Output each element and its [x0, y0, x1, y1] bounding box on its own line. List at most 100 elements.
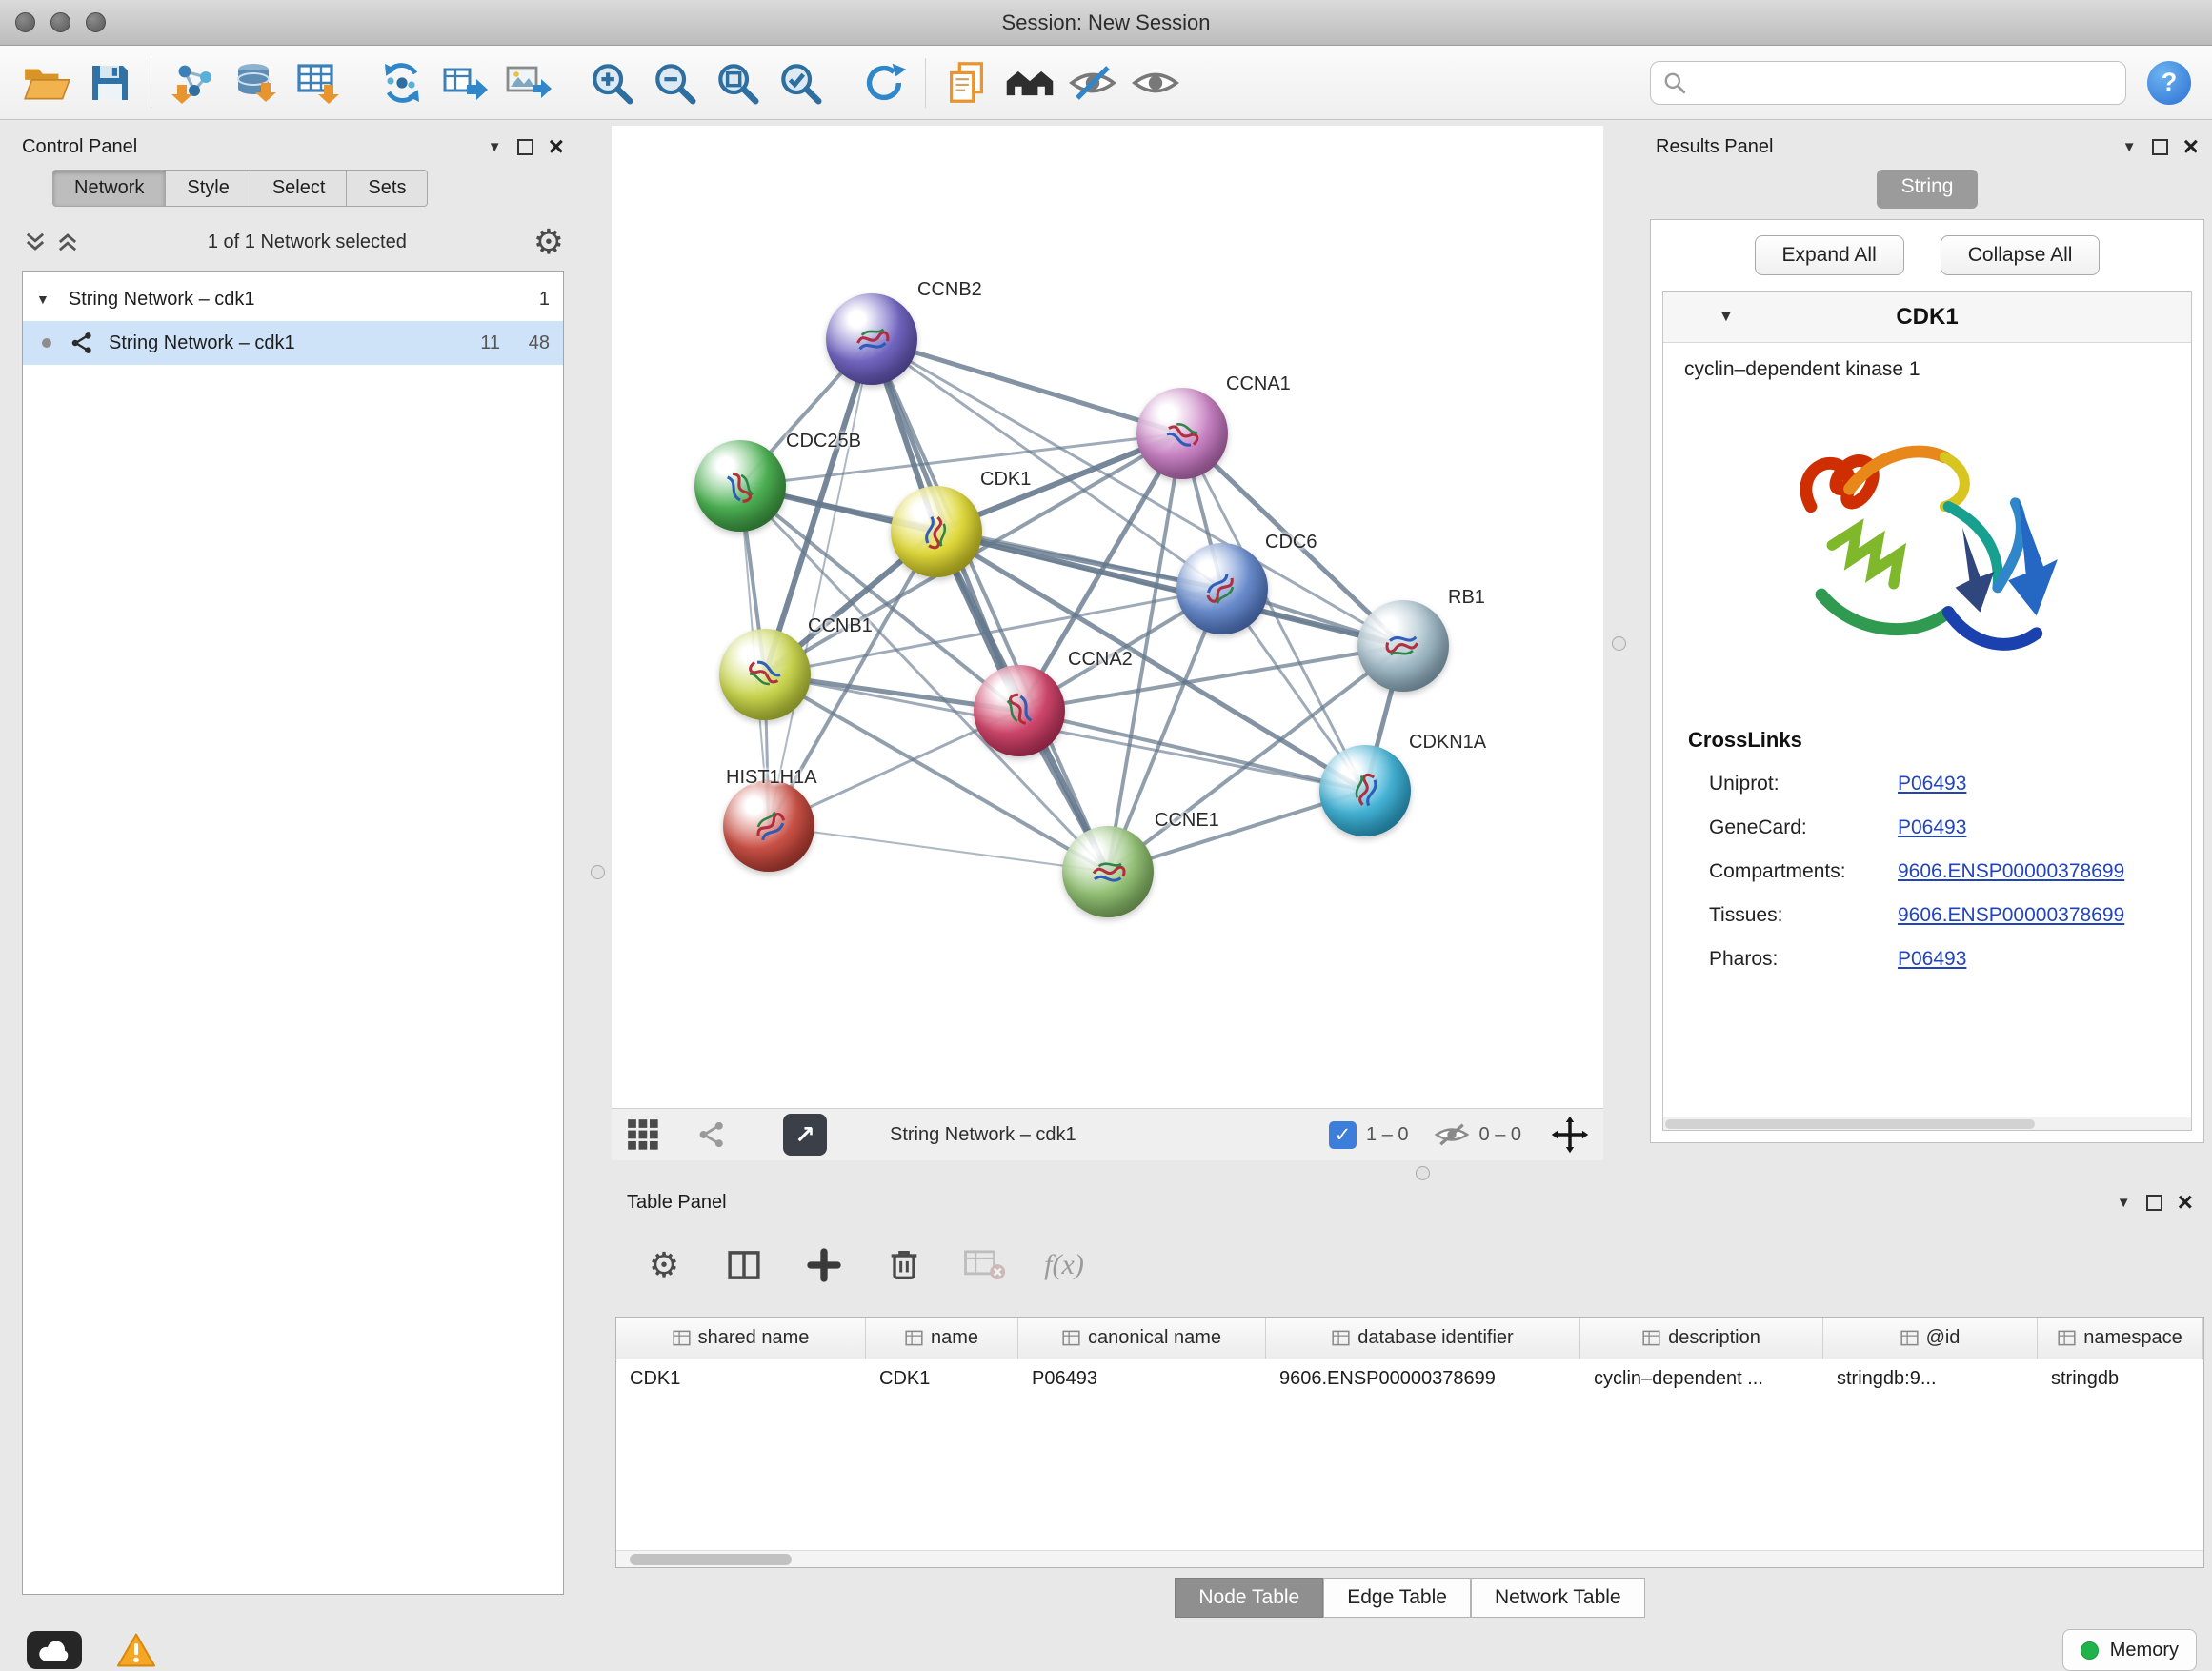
- table-cell[interactable]: cyclin–dependent ...: [1580, 1359, 1823, 1401]
- network-node-CCNB2[interactable]: [826, 293, 917, 385]
- table-cell[interactable]: stringdb:9...: [1823, 1359, 2038, 1401]
- hide-selected-button[interactable]: [1061, 51, 1124, 114]
- warning-button[interactable]: [112, 1631, 160, 1669]
- column-header[interactable]: @id: [1823, 1318, 2038, 1359]
- zoom-out-button[interactable]: [643, 51, 706, 114]
- network-node-CDC25B[interactable]: [694, 440, 786, 532]
- link-uniprot[interactable]: P06493: [1898, 773, 1966, 795]
- close-panel-button[interactable]: ×: [549, 137, 564, 156]
- column-header[interactable]: description: [1580, 1318, 1823, 1359]
- collapse-panel-button[interactable]: ▼: [2122, 139, 2137, 155]
- cloud-button[interactable]: [27, 1631, 82, 1669]
- tab-string[interactable]: String: [1877, 170, 1979, 209]
- tab-sets[interactable]: Sets: [347, 170, 428, 207]
- pan-crosshair-icon[interactable]: [1550, 1115, 1590, 1155]
- table-cell[interactable]: 9606.ENSP00000378699: [1266, 1359, 1580, 1401]
- expand-all-button[interactable]: Expand All: [1755, 235, 1904, 275]
- table-cell[interactable]: CDK1: [616, 1359, 866, 1401]
- network-node-CCNA1[interactable]: [1136, 388, 1228, 479]
- save-session-button[interactable]: [78, 51, 141, 114]
- tab-select[interactable]: Select: [251, 170, 348, 207]
- column-header[interactable]: name: [866, 1318, 1018, 1359]
- results-scrollbar[interactable]: [1663, 1117, 2191, 1130]
- network-node-CCNA2[interactable]: [974, 665, 1065, 756]
- function-builder-button[interactable]: f(x): [1040, 1241, 1088, 1289]
- splitter-handle[interactable]: [591, 865, 605, 879]
- column-header[interactable]: namespace: [2038, 1318, 2203, 1359]
- detach-view-button[interactable]: ↗: [783, 1114, 827, 1156]
- help-button[interactable]: ?: [2147, 61, 2191, 105]
- columns-icon: [724, 1245, 764, 1285]
- import-table-button[interactable]: [287, 51, 350, 114]
- import-network-database-button[interactable]: [224, 51, 287, 114]
- column-header[interactable]: database identifier: [1266, 1318, 1580, 1359]
- link-genecard[interactable]: P06493: [1898, 816, 1966, 839]
- delete-column-button[interactable]: [880, 1241, 928, 1289]
- close-panel-button[interactable]: ×: [2183, 137, 2199, 156]
- open-session-button[interactable]: [15, 51, 78, 114]
- splitter-handle[interactable]: [1416, 1166, 1430, 1180]
- network-node-RB1[interactable]: [1357, 600, 1449, 692]
- table-cell[interactable]: P06493: [1018, 1359, 1266, 1401]
- network-node-HIST1H1A[interactable]: [723, 780, 814, 872]
- zoom-fit-button[interactable]: [706, 51, 769, 114]
- show-all-button[interactable]: [1124, 51, 1187, 114]
- splitter-handle[interactable]: [1612, 636, 1626, 651]
- zoom-in-button[interactable]: [580, 51, 643, 114]
- network-node-CCNE1[interactable]: [1062, 826, 1154, 917]
- close-panel-button[interactable]: ×: [2178, 1193, 2193, 1212]
- network-canvas[interactable]: CCNB2 CCNA1 CDC25B CDK1 CDC6 RB1 CCNB1 C…: [612, 126, 1603, 1108]
- delete-table-button[interactable]: [960, 1241, 1008, 1289]
- table-hscrollbar[interactable]: [616, 1550, 2203, 1567]
- import-network-file-button[interactable]: [161, 51, 224, 114]
- gene-entry-header[interactable]: ▼ CDK1: [1663, 292, 2191, 343]
- export-image-button[interactable]: [496, 51, 559, 114]
- graphics-details-button[interactable]: [998, 51, 1061, 114]
- duplicate-view-button[interactable]: [935, 51, 998, 114]
- network-node-CDC6[interactable]: [1176, 543, 1268, 634]
- table-cell[interactable]: CDK1: [866, 1359, 1018, 1401]
- network-node-CDKN1A[interactable]: [1319, 745, 1411, 836]
- column-header[interactable]: canonical name: [1018, 1318, 1266, 1359]
- column-header[interactable]: shared name: [616, 1318, 866, 1359]
- add-column-button[interactable]: [800, 1241, 848, 1289]
- tab-network[interactable]: Network: [52, 170, 166, 207]
- collapse-panel-button[interactable]: ▼: [2117, 1195, 2131, 1211]
- tab-node-table[interactable]: Node Table: [1175, 1578, 1323, 1618]
- table-row[interactable]: CDK1 CDK1 P06493 9606.ENSP00000378699 cy…: [616, 1359, 2203, 1401]
- tree-expand-icon[interactable]: ▼: [36, 292, 50, 307]
- collapse-all-button[interactable]: Collapse All: [1941, 235, 2101, 275]
- collapse-all-icon[interactable]: [22, 229, 49, 255]
- table-settings-button[interactable]: ⚙: [640, 1241, 688, 1289]
- link-pharos[interactable]: P06493: [1898, 948, 1966, 971]
- entry-collapse-icon[interactable]: ▼: [1719, 309, 1734, 326]
- network-from-selection-button[interactable]: [433, 51, 496, 114]
- selection-checkbox[interactable]: ✓: [1329, 1121, 1357, 1149]
- scrollbar-thumb[interactable]: [630, 1554, 792, 1565]
- gear-icon[interactable]: ⚙: [533, 225, 564, 259]
- link-compartments[interactable]: 9606.ENSP00000378699: [1898, 860, 2124, 883]
- network-node-CCNB1[interactable]: [719, 629, 811, 720]
- zoom-selected-button[interactable]: [769, 51, 832, 114]
- grid-view-icon[interactable]: [625, 1117, 661, 1153]
- float-panel-button[interactable]: [2146, 1195, 2162, 1211]
- show-columns-button[interactable]: [720, 1241, 768, 1289]
- expand-all-icon[interactable]: [54, 229, 81, 255]
- apply-layout-button[interactable]: [853, 51, 915, 114]
- memory-button[interactable]: Memory: [2062, 1629, 2197, 1671]
- tab-edge-table[interactable]: Edge Table: [1323, 1578, 1471, 1618]
- link-tissues[interactable]: 9606.ENSP00000378699: [1898, 904, 2124, 927]
- first-neighbors-button[interactable]: [371, 51, 433, 114]
- share-view-icon[interactable]: [695, 1118, 728, 1151]
- network-collection-row[interactable]: ▼ String Network – cdk1 1: [23, 277, 563, 321]
- collapse-panel-button[interactable]: ▼: [488, 139, 502, 155]
- network-row[interactable]: String Network – cdk1 11 48: [23, 321, 563, 365]
- float-panel-button[interactable]: [517, 139, 533, 155]
- search-input[interactable]: [1695, 71, 2114, 93]
- network-node-CDK1[interactable]: [891, 486, 982, 577]
- float-panel-button[interactable]: [2152, 139, 2168, 155]
- tab-network-table[interactable]: Network Table: [1471, 1578, 1645, 1618]
- scrollbar-thumb[interactable]: [1665, 1119, 2035, 1129]
- tab-style[interactable]: Style: [166, 170, 251, 207]
- table-cell[interactable]: stringdb: [2038, 1359, 2203, 1401]
